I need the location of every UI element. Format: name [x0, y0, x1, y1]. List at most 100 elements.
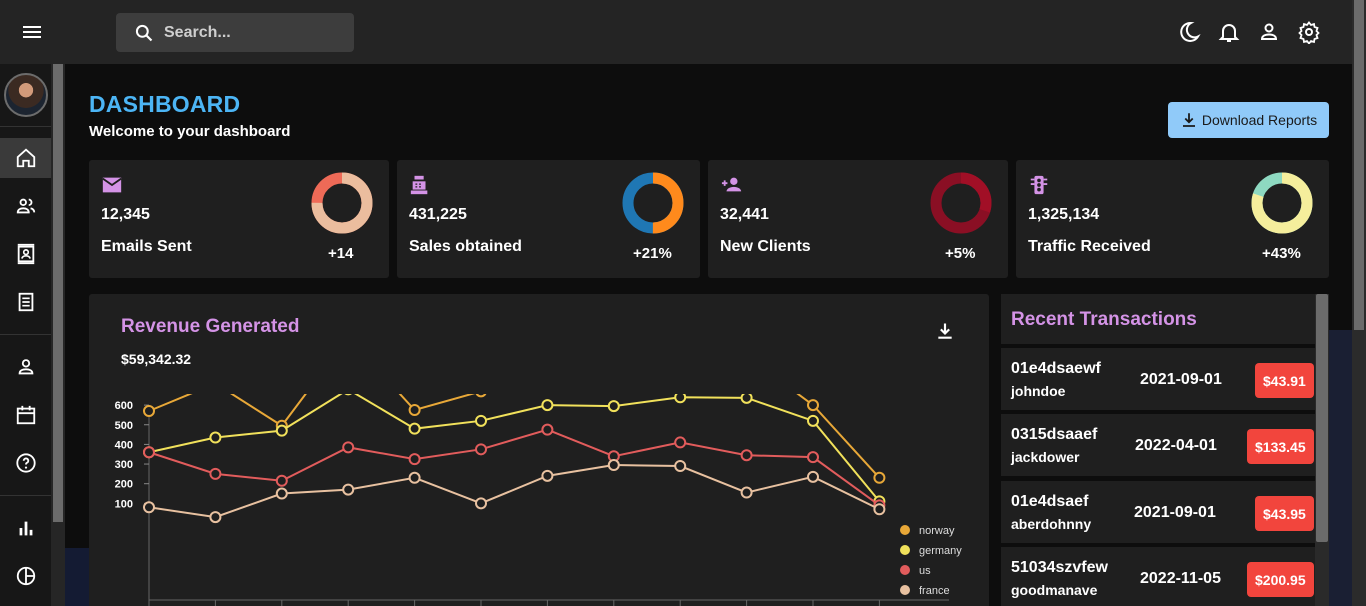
download-reports-label: Download Reports: [1201, 112, 1318, 128]
data-point-germany: [408, 422, 421, 435]
stat-card-traffic: 1,325,134 Traffic Received +43%: [1016, 160, 1329, 278]
search-icon[interactable]: [134, 23, 154, 48]
data-point-norway: [807, 399, 819, 412]
transaction-user: goodmanave: [1011, 582, 1098, 598]
y-tick-label: 300: [115, 459, 133, 471]
y-tick-label: 500: [115, 420, 133, 432]
page-scrollbar[interactable]: [1352, 0, 1366, 606]
data-point-us: [541, 423, 554, 436]
transaction-id: 51034szvfew: [1011, 559, 1108, 576]
help-icon: [15, 453, 36, 473]
transactions-scrollbar[interactable]: [1315, 294, 1329, 606]
data-point-norway: [408, 404, 421, 417]
contacts-icon: [17, 243, 34, 265]
download-reports-button[interactable]: Download Reports: [1168, 102, 1329, 138]
data-point-germany: [807, 414, 819, 427]
legend-swatch-us: [900, 565, 910, 575]
legend-label: france: [919, 585, 950, 597]
data-point-germany: [674, 394, 687, 404]
sidebar-item-pie-chart[interactable]: [0, 556, 51, 596]
y-tick-label: 600: [115, 400, 133, 412]
data-point-us: [408, 453, 421, 466]
stat-value: 12,345: [101, 206, 150, 223]
stat-delta: +5%: [945, 245, 976, 262]
stat-card-sales: 431,225 Sales obtained +21%: [397, 160, 700, 278]
transaction-row[interactable]: 01e4dsaewf johndoe 2021-09-01 $43.91: [1001, 348, 1315, 410]
progress-ring: [311, 172, 373, 234]
sidebar-item-calendar[interactable]: [0, 395, 51, 435]
stat-label: New Clients: [720, 238, 811, 255]
transaction-date: 2022-11-05: [1140, 570, 1221, 587]
people-icon: [16, 198, 35, 214]
progress-ring: [622, 172, 684, 234]
transaction-row[interactable]: 01e4dsaef aberdohnny 2021-09-01 $43.95: [1001, 481, 1315, 543]
stat-delta: +43%: [1262, 245, 1301, 262]
transaction-id: 01e4dsaef: [1011, 493, 1089, 510]
search-box: [116, 13, 354, 52]
stat-value: 32,441: [720, 206, 769, 223]
y-tick-label: 400: [115, 439, 133, 451]
data-point-us: [740, 449, 753, 462]
data-point-norway: [873, 471, 886, 484]
data-point-us: [674, 436, 687, 449]
notifications-icon[interactable]: [1217, 20, 1241, 44]
transaction-date: 2021-09-01: [1134, 504, 1216, 521]
stat-label: Traffic Received: [1028, 238, 1151, 255]
revenue-panel: Revenue Generated $59,342.32 100 200 300 40…: [89, 294, 989, 606]
traffic-icon: [1028, 174, 1050, 196]
settings-icon[interactable]: [1297, 20, 1321, 45]
transaction-cost-badge: $133.45: [1247, 429, 1314, 464]
legend-swatch-france: [900, 585, 910, 595]
search-input[interactable]: [164, 21, 344, 45]
legend-label: us: [919, 565, 931, 577]
stat-value: 431,225: [409, 206, 467, 223]
transactions-header: Recent Transactions: [1001, 294, 1315, 344]
legend-swatch-norway: [900, 525, 910, 535]
email-icon: [101, 174, 123, 196]
stat-label: Sales obtained: [409, 238, 522, 255]
avatar[interactable]: [4, 73, 48, 117]
y-tick-label: 200: [115, 479, 133, 491]
progress-ring: [930, 172, 992, 234]
data-point-germany: [275, 424, 288, 437]
transaction-cost-badge: $43.95: [1255, 496, 1314, 531]
transaction-user: jackdower: [1011, 449, 1080, 465]
bar-chart-icon: [19, 521, 32, 536]
sidebar-divider: [0, 495, 51, 496]
sidebar-item-team[interactable]: [0, 186, 51, 226]
data-point-germany: [475, 414, 487, 427]
point-of-sale-icon: [409, 174, 431, 196]
sidebar-item-profile[interactable]: [0, 347, 51, 387]
stat-delta: +21%: [633, 245, 672, 262]
sidebar-scrollbar[interactable]: [51, 64, 65, 606]
pie-chart-icon: [16, 566, 35, 586]
sidebar-item-dashboard[interactable]: [0, 138, 51, 178]
person-add-icon: [720, 174, 742, 196]
sidebar-item-invoices[interactable]: [0, 282, 51, 322]
sidebar-item-contacts[interactable]: [0, 234, 51, 274]
receipt-icon: [18, 292, 33, 312]
dark-mode-icon[interactable]: [1177, 20, 1201, 44]
transactions-title: Recent Transactions: [1011, 309, 1197, 330]
data-point-norway: [475, 394, 487, 398]
transaction-row[interactable]: 0315dsaaef jackdower 2022-04-01 $133.45: [1001, 414, 1315, 476]
menu-icon[interactable]: [20, 20, 44, 44]
sidebar-item-bar-chart[interactable]: [0, 508, 51, 548]
download-icon[interactable]: [935, 321, 955, 341]
y-tick-label: 100: [115, 498, 133, 510]
legend-label: germany: [919, 545, 962, 557]
data-point-france: [873, 503, 886, 516]
legend-label: norway: [919, 525, 955, 537]
series-line-france: [148, 464, 880, 519]
calendar-icon: [16, 405, 35, 425]
data-point-france: [740, 486, 753, 499]
sidebar-item-faq[interactable]: [0, 443, 51, 483]
person-icon[interactable]: [1257, 20, 1281, 44]
stat-delta: +14: [328, 245, 354, 262]
transaction-user: johndoe: [1011, 383, 1066, 399]
data-point-germany: [541, 399, 554, 412]
data-point-france: [607, 459, 620, 472]
series-line-us: [148, 428, 880, 507]
data-point-norway: [143, 404, 155, 417]
transaction-row[interactable]: 51034szvfew goodmanave 2022-11-05 $200.9…: [1001, 547, 1315, 606]
